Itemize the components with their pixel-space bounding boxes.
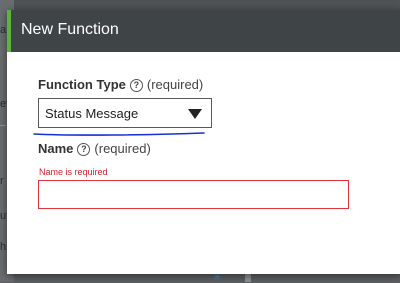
annotation-underline — [33, 132, 205, 136]
help-icon[interactable]: ? — [129, 79, 143, 92]
required-note: (required) — [146, 77, 204, 92]
dialog-title: New Function — [21, 21, 119, 38]
name-error-message: Name is required — [39, 167, 108, 177]
new-function-dialog: New Function Function Type? (required) St… — [7, 10, 400, 274]
required-note: (required) — [94, 141, 151, 156]
triangle-down-icon — [188, 109, 202, 119]
function-type-label-row: Function Type? (required) — [38, 77, 203, 92]
help-icon[interactable]: ? — [77, 143, 91, 156]
function-type-label: Function Type — [38, 77, 126, 92]
dialog-header: New Function — [7, 10, 400, 52]
function-type-select[interactable]: Status Message — [38, 98, 212, 128]
name-input[interactable] — [38, 180, 349, 209]
name-label-row: Name? (required) — [38, 141, 151, 156]
background-app-bar — [0, 0, 400, 10]
function-type-selected-value: Status Message — [45, 106, 139, 121]
name-label: Name — [38, 141, 74, 156]
